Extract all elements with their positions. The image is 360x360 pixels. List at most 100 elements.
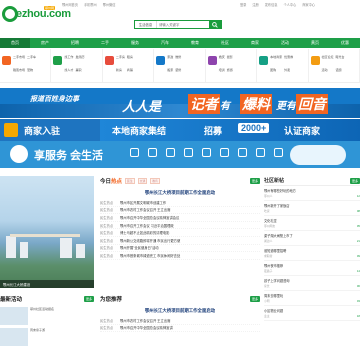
merchant-center-link[interactable]: 商家中心 (302, 2, 315, 7)
category-icon[interactable] (207, 56, 217, 65)
news-row[interactable]: 民生热点 鄂州市首条城市绿道完工 市民休闲好去处 (100, 252, 260, 260)
post-user: 鄂州网友 (264, 224, 276, 228)
category-link[interactable]: 商铺 (127, 68, 136, 79)
more-button[interactable]: 更多 (249, 178, 260, 184)
section-title: 今日热点 (100, 179, 123, 185)
category-link[interactable]: 曝光台 (336, 55, 348, 66)
headline[interactable]: 鄂州长江大桥项目前期工作全面启动 (100, 308, 260, 314)
news-row[interactable]: 民生热点 鄂州市农村工作会议召开 王立出席 (100, 317, 260, 325)
nav-item[interactable]: 房产 (30, 38, 60, 48)
nav-item[interactable]: 首页 (0, 38, 30, 48)
category-icon[interactable] (259, 56, 269, 65)
category-icon[interactable] (53, 56, 63, 65)
category-link[interactable]: 找人才 (64, 68, 73, 79)
news-row[interactable]: 民生热点 鄂州市召开中华全国总会议精神宣讲会议 (100, 214, 260, 222)
more-button[interactable]: 更多 (249, 296, 260, 302)
post-title: 文化礼堂 (264, 219, 277, 223)
service-banner[interactable]: 享服务 会生活 (0, 141, 360, 168)
banner-text: 认证商家 (284, 126, 321, 136)
post-item[interactable]: 梁子湖大闸蟹上市了 湖边人 21 (264, 231, 360, 246)
merchant-banner[interactable]: 商家入驻 本地商家集结 招募 2000+ 认证商家 (0, 119, 360, 141)
category-link[interactable]: 新房 (116, 68, 125, 79)
category-link[interactable]: 二手车 (27, 55, 39, 66)
top-link[interactable]: 鄂州网首页 (62, 2, 78, 7)
news-row[interactable]: 民生热点 鄂州市召开工作会议 习近平治国理政 (100, 222, 260, 230)
tag-chip[interactable]: 教育 (150, 178, 160, 184)
news-row[interactable]: 民生热点 鄂州市召开中华全国总会议精神宣讲 (100, 325, 260, 333)
top-link[interactable]: 鄂州微信 (103, 2, 116, 7)
user-center-link[interactable]: 个人中心 (284, 2, 297, 7)
category-link[interactable]: 摄影 (227, 55, 233, 66)
category-icon[interactable] (310, 56, 320, 65)
category-link[interactable]: 话题 (336, 68, 348, 79)
nav-item[interactable]: 汽车 (150, 38, 180, 48)
tag-chip[interactable]: 民生 (125, 178, 135, 184)
category-link[interactable]: 兼职 (75, 68, 84, 79)
more-button[interactable]: 更多 (349, 177, 360, 184)
reporter-banner[interactable]: 报道百姓身边事 人人是 记者 有 爆料 更有 回音 (0, 88, 360, 118)
post-item[interactable]: 鄂州夜市推荐 夜猫子 14 (264, 261, 360, 276)
post-item[interactable]: 谁知道哪里招聘 求职者 09 (264, 246, 360, 261)
activity-item[interactable]: 周末亲子游 (0, 328, 94, 346)
news-row[interactable]: 民生热点 鄂州市农村工作会议召开 王立出席 (100, 207, 260, 215)
category-icon[interactable] (2, 56, 11, 65)
nav-item[interactable]: 教育 (180, 38, 210, 48)
category-group: 二手市场 二手车 跳蚤市场 宠物 (0, 49, 52, 82)
category-link[interactable]: 培训 (219, 68, 225, 79)
nav-item[interactable]: 社区 (210, 38, 240, 48)
post-item[interactable]: 鄂州新开了家饭店 吃货 08 (264, 201, 360, 216)
category-link[interactable]: 装修 (175, 68, 181, 79)
post-item[interactable]: 孩子上学问题咨询 家长 06 (264, 276, 360, 291)
category-link[interactable]: 二手市场 (13, 55, 25, 66)
category-link[interactable]: 婚庆 (219, 55, 225, 66)
category-link[interactable]: 跳蚤市场 (13, 68, 25, 79)
search-input[interactable] (157, 21, 209, 28)
post-item[interactable]: 小区物业问题 业主 18 (264, 306, 360, 321)
category-icon[interactable] (156, 56, 166, 65)
category-link[interactable]: 活动 (322, 68, 334, 79)
category-link[interactable]: 租房 (127, 55, 136, 66)
news-row[interactable]: 民生热点 博士马超不止如此精彩的清理电影 (100, 229, 260, 237)
nav-item[interactable]: 黄页 (300, 38, 330, 48)
category-link[interactable]: 优惠券 (284, 55, 296, 66)
category-link[interactable]: 旅游 (227, 68, 233, 79)
category-link[interactable]: 找工作 (64, 55, 73, 66)
category-link[interactable]: 二手房 (116, 55, 125, 66)
post-link[interactable]: 发布信息 (265, 2, 278, 7)
category-link[interactable]: 搬家 (167, 68, 173, 79)
activity-item[interactable]: 鄂州社区活动报名 (0, 307, 94, 325)
more-button[interactable]: 更多 (83, 296, 94, 302)
site-logo[interactable]: ezhou.com 鄂州网 (2, 6, 71, 22)
register-link[interactable]: 注册 (252, 2, 258, 7)
search-button[interactable] (209, 21, 221, 28)
nav-item[interactable]: 优惠 (330, 38, 360, 48)
category-link[interactable]: 社区论坛 (322, 55, 334, 66)
category-link[interactable]: 家政 (167, 55, 173, 66)
tag-chip[interactable]: 交通 (137, 178, 148, 184)
category-link[interactable]: 团购 (270, 68, 282, 79)
nav-item[interactable]: 商家 (240, 38, 270, 48)
nav-item[interactable]: 招聘 (60, 38, 90, 48)
category-link[interactable]: 外卖 (284, 68, 296, 79)
post-item[interactable]: 文化礼堂 鄂州网友 05 (264, 216, 360, 231)
category-link[interactable]: 本地商家 (270, 55, 282, 66)
news-row[interactable]: 民生热点 鄂州市区开展文明城市创建工作 (100, 199, 260, 207)
nav-item[interactable]: 活动 (270, 38, 300, 48)
news-row[interactable]: 民生热点 鄂州开展"全民健身日"活动 (100, 245, 260, 253)
category-link[interactable]: 维修 (175, 55, 181, 66)
category-icon[interactable] (104, 56, 114, 65)
category-links: 家政 维修 搬家 装修 (167, 52, 181, 79)
search-scope-select[interactable]: 生活信息 (135, 21, 157, 28)
news-row[interactable]: 民生热点 鄂州新公交线路即将开通 市民出行更方便 (100, 237, 260, 245)
post-item[interactable]: 鄂州有哪些好玩的地方 鄂州人 12 (264, 186, 360, 201)
nav-item[interactable]: 二手 (90, 38, 120, 48)
category-link[interactable]: 宠物 (27, 68, 39, 79)
post-item[interactable]: 周末去哪里玩 小明 03 (264, 291, 360, 306)
nav-item[interactable]: 服务 (120, 38, 150, 48)
login-link[interactable]: 登录 (240, 2, 246, 7)
category-link[interactable]: 发简历 (75, 55, 84, 66)
hero-photo[interactable]: 鄂州长江大桥建设 (0, 176, 94, 288)
top-link[interactable]: 手机鄂州 (84, 2, 97, 7)
category-links: 二手市场 二手车 跳蚤市场 宠物 (13, 52, 39, 79)
headline[interactable]: 鄂州长江大桥项目前期工作全面启动 (100, 190, 260, 196)
